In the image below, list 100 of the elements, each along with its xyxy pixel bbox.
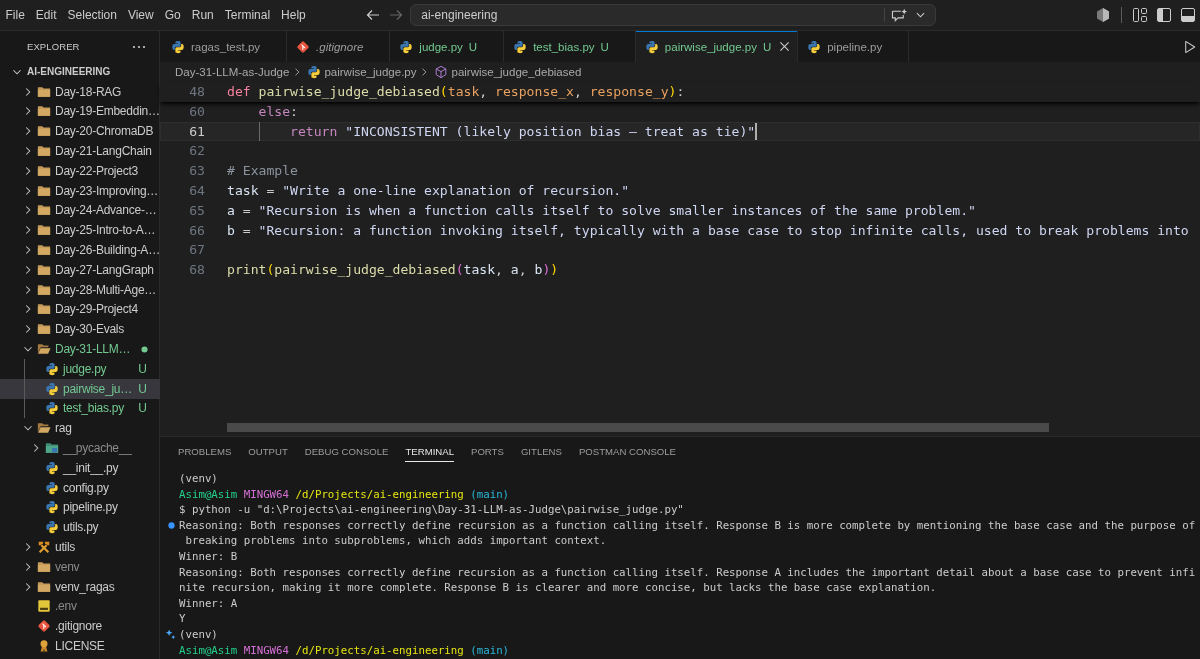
folder-icon xyxy=(37,144,51,159)
tree-item[interactable]: pairwise_ju… U xyxy=(0,378,160,399)
menu-item[interactable]: File xyxy=(0,5,31,25)
menu-item[interactable]: View xyxy=(122,5,160,25)
python-icon xyxy=(171,39,185,54)
python-icon xyxy=(45,520,59,535)
cube-icon xyxy=(434,65,449,79)
layout-icon[interactable] xyxy=(1132,7,1148,23)
terminal-line: nite recursion, making it more complete. Response B is clearer and more concise, but lacks the base case explanation. xyxy=(179,580,937,596)
tree-item[interactable]: __pycache__ xyxy=(0,438,160,458)
tree-item[interactable]: Day-28-Multi-Age… xyxy=(0,279,160,300)
python-icon xyxy=(513,39,528,54)
close-icon[interactable] xyxy=(778,41,790,52)
python-icon xyxy=(45,500,59,515)
folder-icon xyxy=(37,302,51,317)
tree-item[interactable]: Day-25-Intro-to-A… xyxy=(0,220,160,241)
terminal-line: Asim@Asim MINGW64 /d/Projects/ai-engineering (main) xyxy=(179,642,510,659)
sparkle-icon[interactable] xyxy=(165,629,176,641)
status-letter: U xyxy=(138,401,148,416)
line-number: 60 xyxy=(188,102,205,121)
section-header[interactable]: AI-ENGINEERING xyxy=(0,62,159,82)
panel-tab[interactable]: DEBUG CONSOLE xyxy=(304,440,389,462)
tree-item[interactable]: Day-26-Building-A… xyxy=(0,240,160,260)
hexagon-icon[interactable] xyxy=(1095,7,1111,23)
tile-icon xyxy=(37,599,51,614)
tree-item[interactable]: __init__.py xyxy=(0,457,160,478)
open-folder-icon xyxy=(37,421,51,436)
panel-tab[interactable]: TERMINAL xyxy=(405,440,454,462)
line-number: 68 xyxy=(188,261,205,280)
tree-item[interactable]: Day-18-RAG xyxy=(0,81,160,102)
tree-item[interactable]: Day-24-Advance-… xyxy=(0,200,160,221)
python-icon xyxy=(45,401,59,416)
tree-item[interactable]: pipeline.py xyxy=(0,497,160,518)
tree-item[interactable]: config.py xyxy=(0,477,160,498)
tree-item[interactable]: Day-19-Embeddin… xyxy=(0,101,160,122)
tree-item[interactable]: Day-22-Project3 xyxy=(0,161,160,181)
editor-tab[interactable]: pairwise_judge.py U xyxy=(635,31,799,62)
sidebar-toggle-icon[interactable] xyxy=(1156,7,1172,23)
menu-item[interactable]: Help xyxy=(275,5,312,25)
tree-item[interactable]: Day-30-Evals xyxy=(0,319,160,340)
tree-item[interactable]: utils.py xyxy=(0,517,160,538)
command-center[interactable]: ai-engineering xyxy=(410,4,937,26)
panel-tab[interactable]: OUTPUT xyxy=(248,440,288,462)
tree-item[interactable]: LICENSE xyxy=(0,636,160,656)
terminal-line: $ python -u "d:\Projects\ai-engineering\Day-31-LLM-as-Judge\pairwise_judge.py" xyxy=(179,502,684,518)
tree-item[interactable]: venv_ragas xyxy=(0,576,160,597)
breadcrumb-item[interactable]: pairwise_judge.py xyxy=(305,65,417,79)
scrollbar-thumb[interactable] xyxy=(227,423,1049,432)
status-dot-icon xyxy=(167,522,175,530)
folder-icon xyxy=(37,163,51,178)
tree-item[interactable]: Day-21-LangChain xyxy=(0,141,160,161)
python-icon xyxy=(45,460,59,475)
panel-toggle-icon[interactable] xyxy=(1180,7,1196,23)
menu-item[interactable]: Run xyxy=(186,5,220,25)
status-letter: U xyxy=(600,40,609,53)
panel-tab[interactable]: PROBLEMS xyxy=(178,440,232,462)
panel-tab[interactable]: POSTMAN CONSOLE xyxy=(578,440,676,462)
chat-sparkle-icon[interactable] xyxy=(891,7,909,23)
folder-icon xyxy=(37,203,51,218)
tree-item[interactable]: .env xyxy=(0,596,160,617)
tree-item[interactable]: Day-31-LLM… xyxy=(0,339,160,359)
line-number: 67 xyxy=(188,241,205,260)
terminal-line: Reasoning: Both responses correctly define recursion as a function calling itself. Response A includes the important detail about a base case to prevent infi xyxy=(179,564,1196,581)
folder-icon xyxy=(37,559,51,574)
menu-item[interactable]: Go xyxy=(159,5,187,25)
code-line: print(pairwise_judge_debiased(task, a, b)) xyxy=(227,261,559,280)
menu-item[interactable]: Edit xyxy=(30,5,63,25)
chevron-down-icon[interactable] xyxy=(916,12,926,18)
folder-icon xyxy=(37,104,51,119)
line-number: 61 xyxy=(188,122,205,141)
python-icon xyxy=(644,39,659,54)
tree-item[interactable]: utils xyxy=(0,537,160,557)
menu-item[interactable]: Selection xyxy=(62,5,123,25)
tree-item[interactable]: Day-29-Project4 xyxy=(0,299,160,320)
code-line: b = "Recursion: a function invoking itself, typically with a base case to stop infinite calls, used to break problems into xyxy=(227,221,1189,240)
tree-item[interactable]: Day-27-LangGraph xyxy=(0,259,160,280)
folder-icon xyxy=(37,282,51,297)
line-number: 64 xyxy=(188,182,205,200)
more-icon[interactable] xyxy=(132,44,146,49)
folder-icon xyxy=(37,322,51,337)
status-letter: U xyxy=(468,40,478,53)
menu-item[interactable]: Terminal xyxy=(219,5,276,25)
panel-tab[interactable]: PORTS xyxy=(471,440,504,462)
tree-item[interactable]: Day-23-Improving… xyxy=(0,180,160,201)
python-icon xyxy=(45,361,59,376)
terminal-line: Winner: B xyxy=(179,548,238,565)
folder-icon xyxy=(37,579,51,594)
tree-item[interactable]: .gitignore xyxy=(0,616,160,637)
tree-item[interactable]: venv xyxy=(0,556,160,577)
breadcrumb-item[interactable]: Day-31-LLM-as-Judge xyxy=(175,66,290,78)
breadcrumb-item[interactable]: pairwise_judge_debiased xyxy=(432,65,582,79)
terminal-line: Winner: A xyxy=(179,595,238,612)
sidebar-title: EXPLORER xyxy=(27,41,80,52)
arrow-left-icon[interactable] xyxy=(365,7,382,23)
folder-icon xyxy=(45,441,59,456)
tree-item[interactable]: rag xyxy=(0,418,160,439)
play-icon[interactable] xyxy=(1184,39,1196,54)
tree-item[interactable]: Day-20-ChromaDB xyxy=(0,121,160,142)
panel-tab[interactable]: GITLENS xyxy=(520,440,562,462)
line-number: 65 xyxy=(188,201,205,220)
